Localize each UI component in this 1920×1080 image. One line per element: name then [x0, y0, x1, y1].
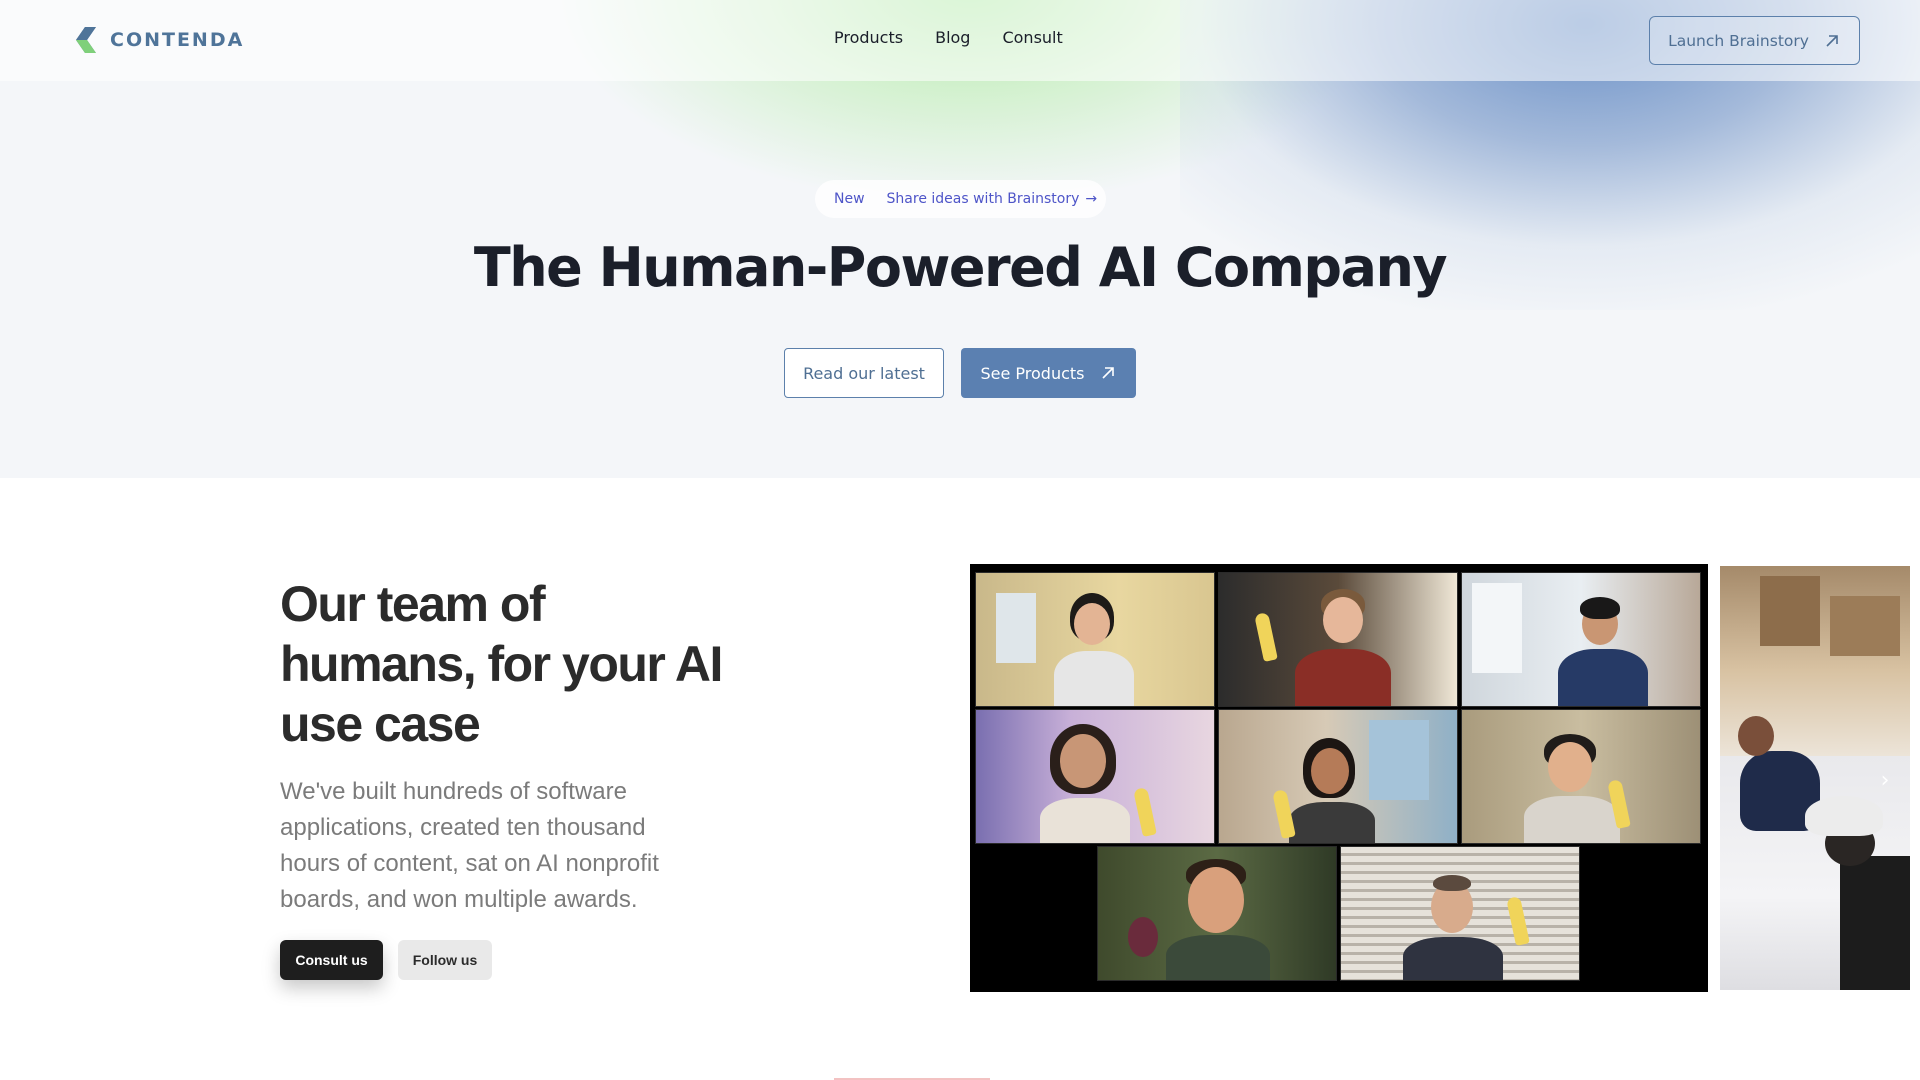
video-tile — [1218, 572, 1458, 707]
nav-link-consult[interactable]: Consult — [1002, 28, 1062, 47]
video-tile — [1097, 846, 1337, 981]
consult-us-label: Consult us — [295, 952, 368, 968]
launch-brainstory-button[interactable]: Launch Brainstory — [1649, 16, 1860, 65]
announcement-text: Share ideas with Brainstory — [886, 191, 1080, 207]
video-tile — [1461, 709, 1701, 844]
logo[interactable]: CONTENDA — [76, 27, 244, 53]
read-latest-label: Read our latest — [803, 363, 925, 383]
new-badge: New — [834, 191, 865, 207]
video-tile — [975, 572, 1215, 707]
nav-links: Products Blog Consult — [834, 28, 1063, 47]
contenda-logo-icon — [76, 27, 96, 53]
announcement-pill[interactable]: New Share ideas with Brainstory → — [815, 180, 1106, 218]
video-tile — [1340, 846, 1580, 981]
read-latest-button[interactable]: Read our latest — [784, 348, 944, 398]
follow-us-button[interactable]: Follow us — [398, 940, 492, 980]
team-heading: Our team of humans, for your AI use case — [280, 576, 723, 752]
top-nav: CONTENDA Products Blog Consult Launch Br… — [0, 0, 1920, 81]
arrow-up-right-icon — [1826, 34, 1838, 47]
arrow-up-right-icon — [1101, 367, 1114, 379]
video-tile — [1461, 572, 1701, 707]
chevron-right-icon[interactable]: › — [1870, 766, 1900, 796]
carousel-next-photo: › — [1720, 566, 1910, 990]
nav-link-products[interactable]: Products — [834, 28, 903, 47]
see-products-label: See Products — [980, 363, 1085, 383]
team-description: We've built hundreds of software applica… — [280, 778, 659, 913]
team-video-call-photo — [970, 564, 1708, 992]
nav-link-blog[interactable]: Blog — [935, 28, 970, 47]
consult-us-button[interactable]: Consult us — [280, 940, 383, 980]
hero-title: The Human-Powered AI Company — [473, 236, 1448, 299]
logo-text: CONTENDA — [110, 29, 245, 51]
video-tile — [1218, 709, 1458, 844]
launch-brainstory-label: Launch Brainstory — [1668, 31, 1809, 50]
follow-us-label: Follow us — [412, 952, 478, 968]
arrow-right-icon: → — [1085, 191, 1098, 207]
see-products-button[interactable]: See Products — [961, 348, 1136, 398]
video-tile — [975, 709, 1215, 844]
